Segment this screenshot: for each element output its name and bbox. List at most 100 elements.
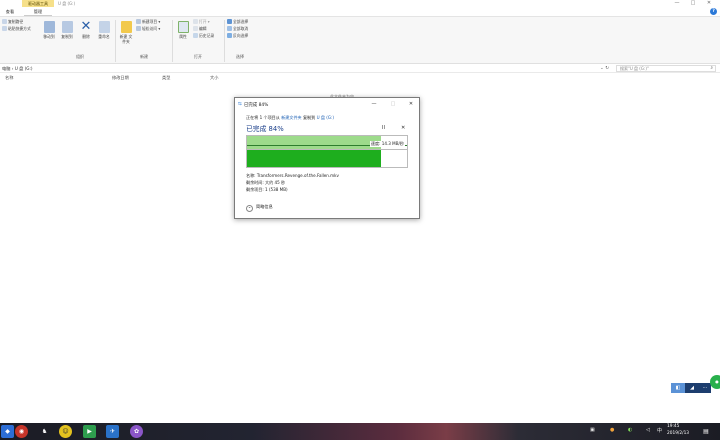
- paste-shortcut-label: 粘贴快捷方式: [8, 26, 31, 31]
- drive-tools-context-tab[interactable]: 驱动器工具: [22, 0, 54, 7]
- column-size[interactable]: 大小: [210, 74, 218, 82]
- tab-view[interactable]: 查看: [0, 7, 20, 16]
- search-icon: ⌕: [710, 66, 713, 71]
- delete-button[interactable]: ✕ 删除: [78, 19, 94, 39]
- tray-icon[interactable]: ●: [610, 427, 614, 433]
- new-item-icon: [136, 19, 141, 24]
- copy-progress-dialog: ⇆ 已完成 84% — □ ✕ 正在将 1 个项目从 新建文件夹 复制到 U 盘…: [234, 97, 420, 219]
- edit-label: 编辑: [199, 26, 207, 31]
- edit-icon: [193, 26, 198, 31]
- select-none-button[interactable]: 全部取消: [227, 26, 248, 32]
- open-label: 打开 ▾: [199, 19, 210, 24]
- ribbon-divider: [224, 20, 225, 62]
- widget-button[interactable]: ◢: [685, 383, 699, 393]
- window-title: U 盘 (G:): [58, 1, 76, 6]
- speed-graph-fill: [247, 136, 382, 149]
- rename-icon: [98, 21, 110, 33]
- app-icon[interactable]: ✈: [106, 425, 119, 438]
- group-organize-label: 组织: [76, 54, 84, 59]
- open-icon: [193, 19, 198, 24]
- clock-date[interactable]: 2019/2/13: [667, 431, 689, 437]
- new-item-button[interactable]: 新建项目 ▾: [136, 19, 160, 25]
- open-button[interactable]: 打开 ▾: [193, 19, 210, 25]
- history-button[interactable]: 历史记录: [193, 33, 214, 39]
- history-label: 历史记录: [199, 33, 215, 38]
- tab-manage[interactable]: 管理: [24, 7, 52, 16]
- percent-complete: 已完成 84%: [246, 125, 284, 133]
- destination-link[interactable]: U 盘 (G:): [317, 115, 334, 120]
- column-type[interactable]: 类型: [162, 74, 170, 82]
- tray-icon[interactable]: ◐: [628, 427, 632, 433]
- address-bar: 电脑 › U 盘 (G:) ⌄ ↻ 搜索"U 盘 (G:)" ⌕: [0, 64, 720, 73]
- copy-description: 正在将 1 个项目从 新建文件夹 复制到 U 盘 (G:): [246, 115, 334, 121]
- app-icon[interactable]: ✿: [130, 425, 143, 438]
- easy-access-label: 轻松访问 ▾: [142, 26, 161, 31]
- help-icon[interactable]: ?: [710, 8, 717, 15]
- taskbar: ◆ ◉ ♞ ☺ ▶ ✈ ✿ ▣ ● ◐ ◁ 中 19:45 2019/2/13 …: [0, 423, 720, 440]
- copy-to-button[interactable]: 复制到: [59, 21, 75, 39]
- select-all-label: 全部选择: [233, 19, 249, 24]
- invert-selection-icon: [227, 33, 232, 38]
- widget-button[interactable]: ⋯: [699, 383, 711, 393]
- less-details-button[interactable]: ⌃ 简略信息: [246, 204, 273, 212]
- notification-icon[interactable]: ▤: [700, 425, 712, 438]
- widget-button[interactable]: ◧: [671, 383, 685, 393]
- start-icon[interactable]: ◆: [1, 425, 14, 438]
- history-icon: [193, 33, 198, 38]
- column-name[interactable]: 名称: [5, 74, 13, 82]
- copy-desc-mid: 复制到: [302, 115, 316, 120]
- paste-shortcut-button[interactable]: 粘贴快捷方式: [2, 26, 31, 32]
- ime-icon[interactable]: 中: [657, 427, 662, 434]
- ribbon-divider: [172, 20, 173, 62]
- copy-path-button[interactable]: 复制路径: [2, 19, 23, 25]
- source-link[interactable]: 新建文件夹: [281, 115, 301, 120]
- new-folder-label: 新建 文件夹: [119, 34, 133, 44]
- search-input[interactable]: 搜索"U 盘 (G:)" ⌕: [616, 65, 716, 72]
- column-headers: 名称 修改日期 类型 大小: [0, 74, 720, 82]
- volume-icon[interactable]: ◁: [646, 427, 650, 433]
- easy-access-button[interactable]: 轻松访问 ▾: [136, 26, 160, 32]
- refresh-icon[interactable]: ⌄ ↻: [600, 64, 609, 73]
- assistant-bubble-icon[interactable]: ●: [710, 375, 720, 389]
- maximize-button[interactable]: □: [688, 0, 698, 7]
- copy-desc-prefix: 正在将 1 个项目从: [246, 115, 280, 120]
- move-to-icon: [43, 21, 55, 33]
- breadcrumb[interactable]: 电脑 › U 盘 (G:): [2, 64, 33, 73]
- group-open-label: 打开: [194, 54, 202, 59]
- invert-selection-button[interactable]: 反向选择: [227, 33, 248, 39]
- player-icon[interactable]: ▶: [83, 425, 96, 438]
- rename-label: 重命名: [98, 34, 110, 39]
- delete-icon: ✕: [80, 19, 92, 34]
- select-none-icon: [227, 26, 232, 31]
- items-remaining-line: 剩余项目: 1 (538 MB): [246, 187, 288, 192]
- ribbon-tab-row: 查看 管理 ?: [0, 7, 720, 16]
- app-icon[interactable]: ☺: [59, 425, 72, 438]
- clock-time[interactable]: 19:45: [667, 424, 679, 430]
- stop-button[interactable]: ✕: [401, 125, 405, 131]
- pause-button[interactable]: II: [382, 125, 385, 131]
- move-to-button[interactable]: 移动到: [41, 21, 57, 39]
- app-icon[interactable]: ♞: [38, 425, 51, 438]
- minimize-button[interactable]: —: [672, 0, 682, 7]
- new-folder-button[interactable]: 新建 文件夹: [118, 21, 134, 44]
- transfer-speed-graph: 速度: 14.3 MB/秒: [246, 135, 408, 168]
- dialog-close-button[interactable]: ✕: [405, 99, 417, 110]
- group-new-label: 新建: [140, 54, 148, 59]
- properties-button[interactable]: 属性: [175, 21, 191, 39]
- edit-button[interactable]: 编辑: [193, 26, 207, 32]
- rename-button[interactable]: 重命名: [96, 21, 112, 39]
- progress-fill: [247, 150, 382, 167]
- invert-selection-label: 反向选择: [233, 33, 249, 38]
- easy-access-icon: [136, 26, 141, 31]
- speed-label: 速度: 14.3 MB/秒: [369, 141, 405, 147]
- close-button[interactable]: ✕: [704, 0, 714, 7]
- new-item-label: 新建项目 ▾: [142, 19, 161, 24]
- browser-icon[interactable]: ◉: [15, 425, 28, 438]
- column-modified[interactable]: 修改日期: [112, 74, 129, 82]
- tray-icon[interactable]: ▣: [590, 427, 595, 433]
- delete-label: 删除: [82, 34, 90, 39]
- copy-path-label: 复制路径: [8, 19, 24, 24]
- dialog-minimize-button[interactable]: —: [368, 99, 380, 110]
- select-all-button[interactable]: 全部选择: [227, 19, 248, 25]
- dialog-maximize-button[interactable]: □: [387, 99, 399, 110]
